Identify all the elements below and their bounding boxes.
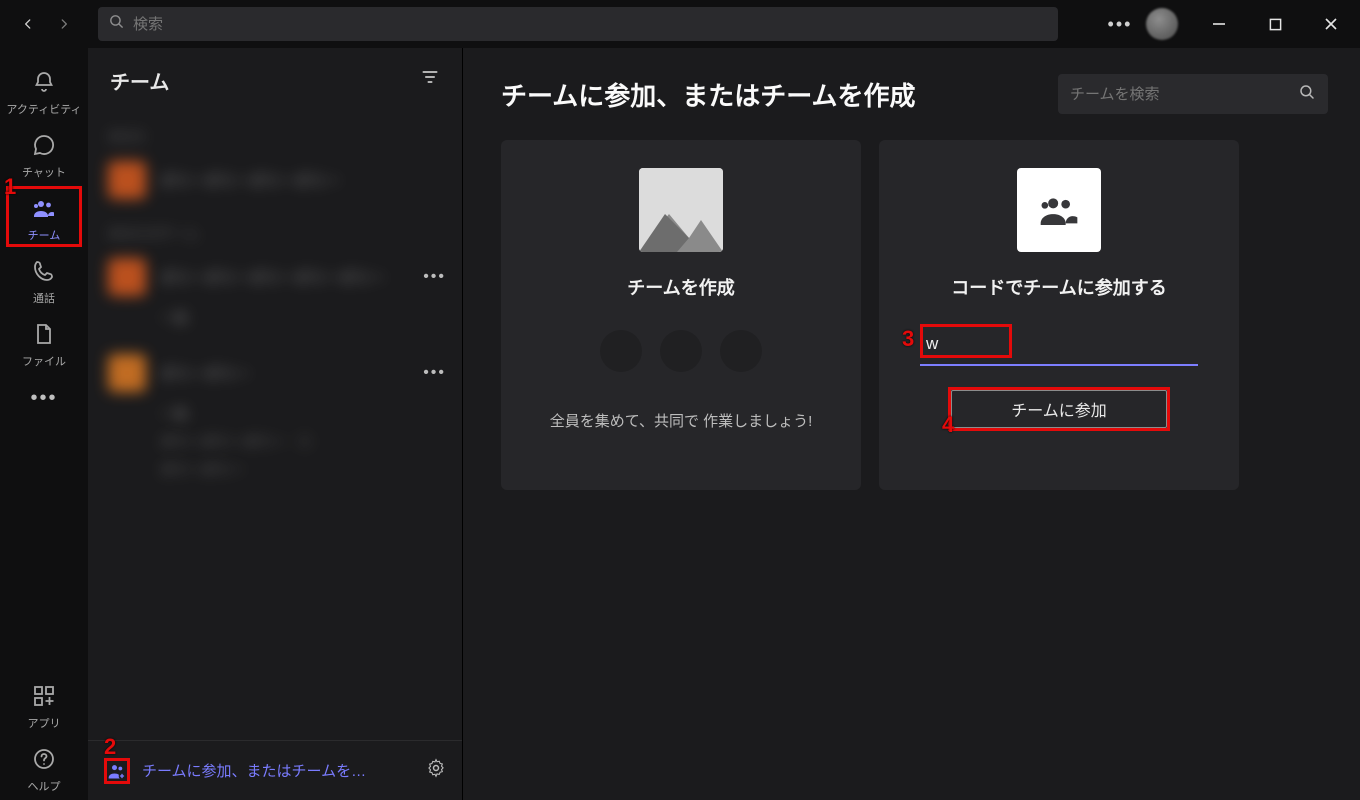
rail-label: チーム bbox=[28, 227, 61, 243]
rail-help[interactable]: ヘルプ bbox=[4, 739, 84, 800]
team-code-input[interactable] bbox=[920, 326, 1198, 366]
window-close-button[interactable] bbox=[1306, 1, 1356, 47]
rail-label: アクティビティ bbox=[6, 101, 81, 117]
global-search-input[interactable] bbox=[133, 16, 1048, 33]
create-team-title: チームを作成 bbox=[627, 274, 734, 300]
bell-icon bbox=[32, 70, 56, 97]
filter-icon[interactable] bbox=[420, 67, 440, 93]
rail-label: ヘルプ bbox=[28, 778, 61, 794]
titlebar: ••• bbox=[0, 0, 1360, 48]
rail-label: 通話 bbox=[33, 290, 55, 306]
left-rail: アクティビティ チャット チーム 通話 ファイル ••• bbox=[0, 48, 88, 800]
rail-calls[interactable]: 通話 bbox=[4, 251, 84, 312]
team-row-more[interactable]: ••• bbox=[423, 268, 446, 286]
team-search-input[interactable] bbox=[1070, 86, 1298, 103]
page-title: チームに参加、またはチームを作成 bbox=[501, 76, 915, 113]
user-avatar[interactable] bbox=[1146, 8, 1178, 40]
apps-icon bbox=[32, 684, 56, 711]
search-icon bbox=[1298, 83, 1316, 106]
teams-sidebar: チーム あなた ダミーダミーダミーダミー あなたのチーム ダミーダミー bbox=[88, 48, 463, 800]
rail-more-button[interactable]: ••• bbox=[30, 377, 57, 420]
rail-apps[interactable]: アプリ bbox=[4, 676, 84, 737]
team-row-more[interactable]: ••• bbox=[423, 364, 446, 382]
chat-icon bbox=[32, 133, 56, 160]
window-minimize-button[interactable] bbox=[1194, 1, 1244, 47]
rail-label: ファイル bbox=[22, 353, 66, 369]
file-icon bbox=[32, 322, 56, 349]
help-icon bbox=[32, 747, 56, 774]
rail-chat[interactable]: チャット bbox=[4, 125, 84, 186]
people-icon bbox=[32, 196, 56, 223]
nav-back-button[interactable] bbox=[14, 10, 42, 38]
window-maximize-button[interactable] bbox=[1250, 1, 1300, 47]
manage-teams-gear-icon[interactable] bbox=[426, 758, 446, 783]
rail-files[interactable]: ファイル bbox=[4, 314, 84, 375]
team-search[interactable] bbox=[1058, 74, 1328, 114]
phone-icon bbox=[32, 259, 56, 286]
rail-teams[interactable]: チーム bbox=[4, 188, 84, 249]
create-team-subtitle: 全員を集めて、共同で 作業しましょう! bbox=[550, 410, 813, 431]
nav-forward-button[interactable] bbox=[50, 10, 78, 38]
main-area: チームに参加、またはチームを作成 チームを作成 全員を集めて、共同で 作業しまし… bbox=[463, 48, 1360, 800]
sidebar-title: チーム bbox=[110, 66, 169, 95]
rail-label: チャット bbox=[22, 164, 66, 180]
rail-activity[interactable]: アクティビティ bbox=[4, 62, 84, 123]
search-icon bbox=[108, 13, 133, 35]
member-placeholder-dots bbox=[600, 330, 762, 372]
global-search[interactable] bbox=[98, 7, 1058, 41]
teams-list: あなた ダミーダミーダミーダミー あなたのチーム ダミーダミーダミーダミーダミー… bbox=[88, 112, 462, 740]
join-code-title: コードでチームに参加する bbox=[951, 274, 1166, 300]
join-or-create-team-link[interactable]: チームに参加、またはチームを… bbox=[104, 758, 414, 784]
join-team-icon bbox=[104, 758, 130, 784]
create-team-tile-icon bbox=[639, 168, 723, 252]
join-code-tile-icon bbox=[1017, 168, 1101, 252]
join-with-code-card: コードでチームに参加する チームに参加 bbox=[879, 140, 1239, 490]
titlebar-more-button[interactable]: ••• bbox=[1100, 4, 1140, 44]
rail-label: アプリ bbox=[28, 715, 61, 731]
create-team-card[interactable]: チームを作成 全員を集めて、共同で 作業しましょう! bbox=[501, 140, 861, 490]
join-team-button[interactable]: チームに参加 bbox=[951, 390, 1167, 428]
join-link-label: チームに参加、またはチームを… bbox=[142, 760, 366, 781]
